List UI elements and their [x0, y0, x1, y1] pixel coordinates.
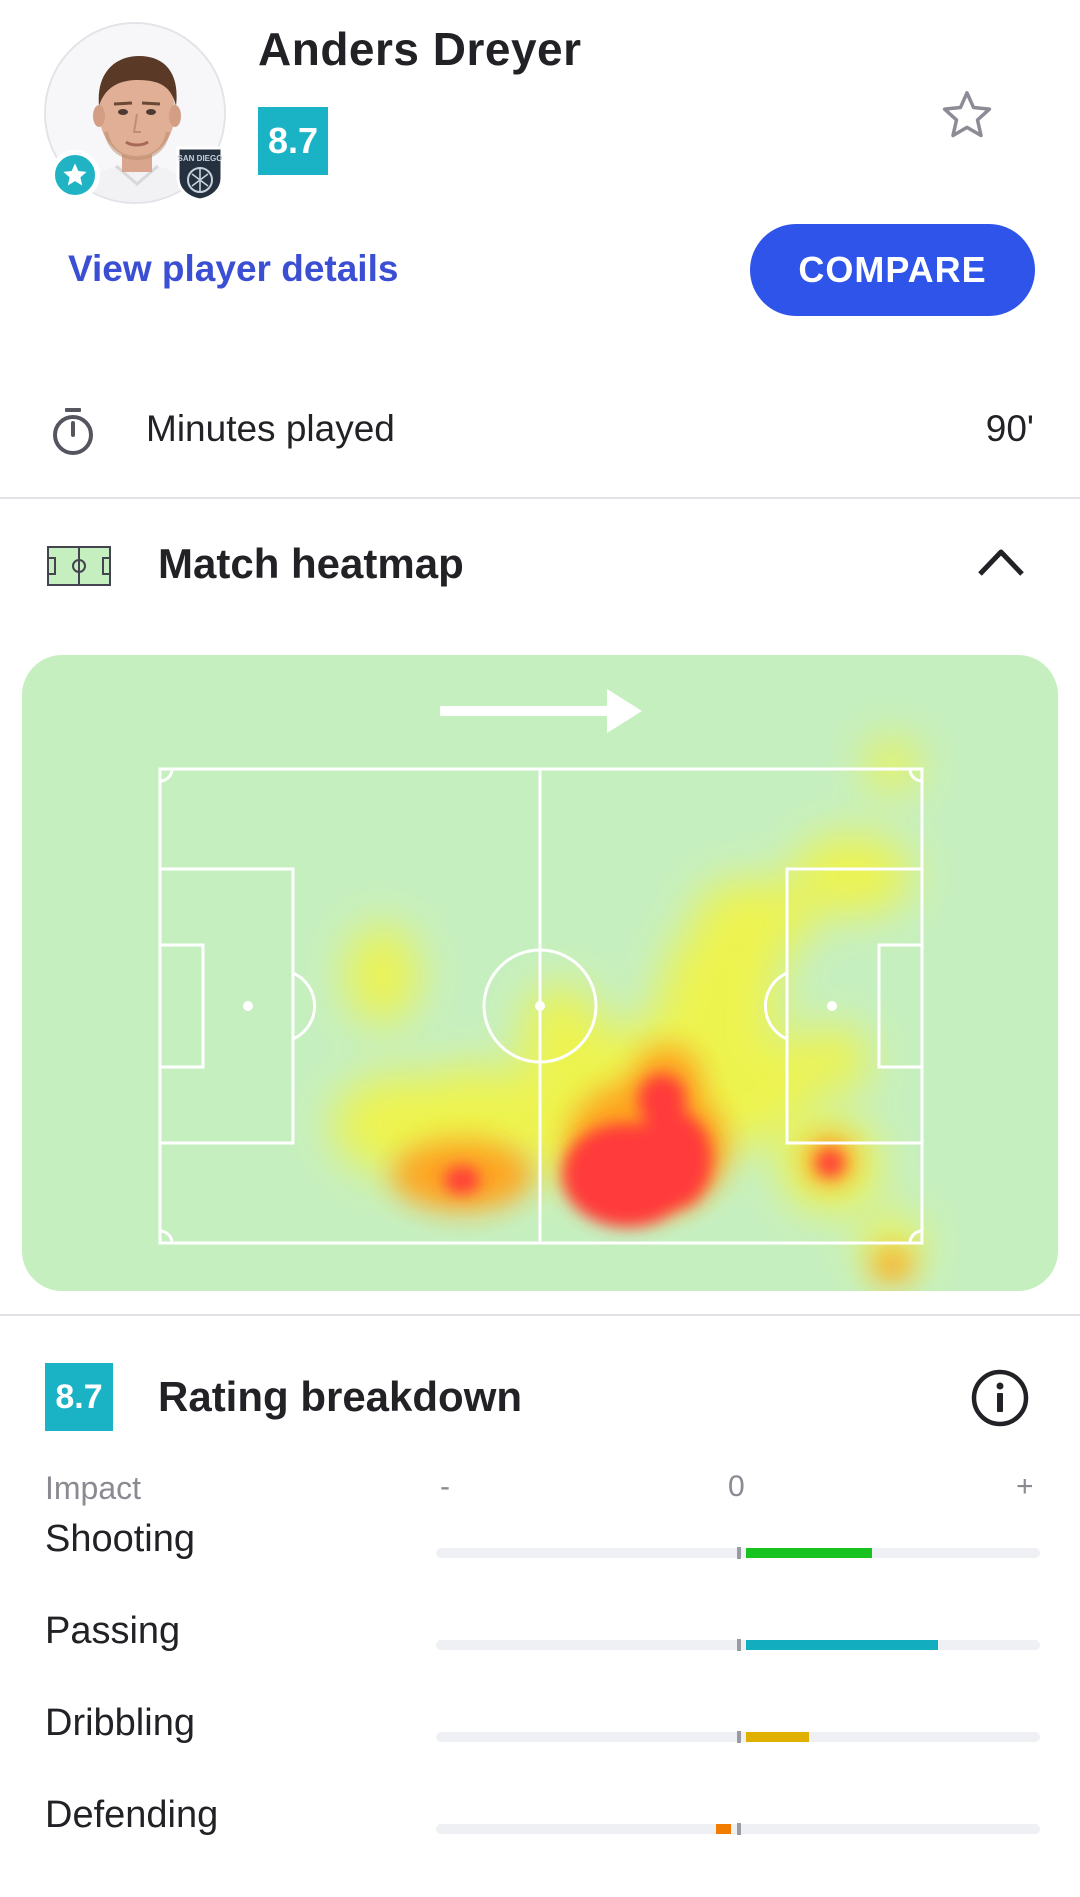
divider — [0, 497, 1080, 499]
stat-label-passing: Passing — [45, 1610, 181, 1652]
stopwatch-icon — [50, 406, 96, 456]
heatmap-title: Match heatmap — [158, 540, 464, 587]
player-rating-badge: 8.7 — [258, 107, 328, 175]
zero-tick — [737, 1823, 741, 1835]
stat-bar-dribbling — [746, 1732, 809, 1742]
chevron-up-icon — [978, 549, 1024, 576]
scale-positive: + — [1016, 1470, 1034, 1503]
zero-tick — [737, 1639, 741, 1651]
view-player-details-link[interactable]: View player details — [68, 248, 398, 290]
heatmap-card — [22, 655, 1058, 1291]
rating-badge: 8.7 — [45, 1363, 113, 1431]
stat-label-defending: Defending — [45, 1794, 219, 1836]
stat-bar-passing — [746, 1640, 938, 1650]
star-icon — [63, 163, 87, 186]
stat-label-dribbling: Dribbling — [45, 1702, 195, 1744]
impact-label: Impact — [45, 1470, 142, 1506]
zero-tick — [737, 1547, 741, 1559]
minutes-played-value: 90' — [985, 408, 1034, 449]
attack-direction-arrow — [440, 689, 642, 733]
rating-info-button[interactable] — [970, 1368, 1030, 1428]
star-outline-icon — [942, 91, 992, 138]
scale-negative: - — [440, 1470, 450, 1503]
pitch-icon — [46, 545, 112, 587]
club-badge: SAN DIEGO — [174, 144, 226, 202]
favourite-badge — [50, 150, 100, 200]
heatmap-collapse-button[interactable] — [976, 544, 1026, 580]
favourite-button[interactable] — [936, 84, 998, 146]
heatmap-pitch — [158, 689, 924, 1281]
club-badge-text: SAN DIEGO — [178, 154, 223, 163]
divider — [0, 1314, 1080, 1316]
minutes-played-label: Minutes played — [146, 408, 395, 449]
stat-label-shooting: Shooting — [45, 1518, 196, 1560]
zero-tick — [737, 1731, 741, 1743]
scale-zero: 0 — [728, 1470, 745, 1503]
stat-bar-shooting — [746, 1548, 872, 1558]
info-icon — [971, 1369, 1029, 1427]
player-avatar[interactable]: SAN DIEGO — [44, 22, 226, 204]
compare-button[interactable]: COMPARE — [750, 224, 1035, 316]
rating-breakdown-title: Rating breakdown — [158, 1373, 523, 1420]
player-name: Anders Dreyer — [258, 23, 582, 75]
stat-bar-defending — [716, 1824, 731, 1834]
